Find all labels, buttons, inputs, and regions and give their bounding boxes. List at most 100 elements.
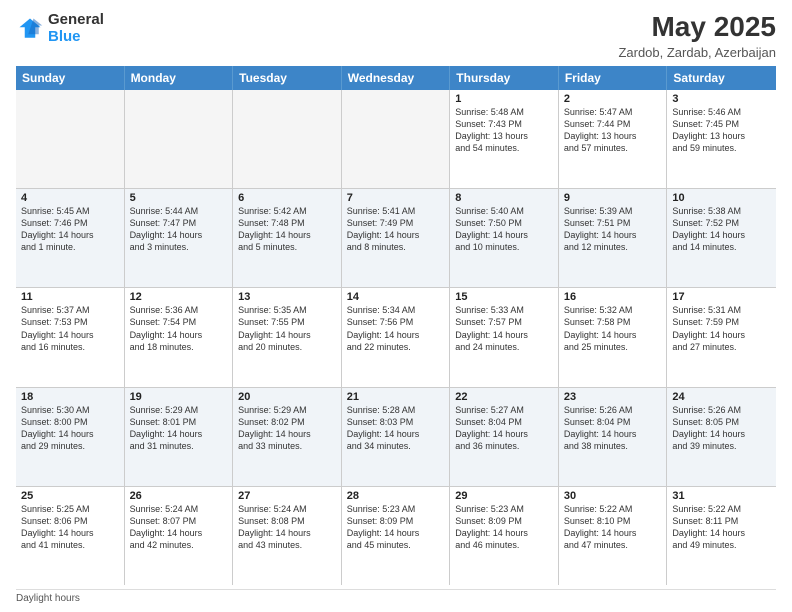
cell-content: Sunrise: 5:42 AM Sunset: 7:48 PM Dayligh… — [238, 205, 336, 254]
cell-content: Sunrise: 5:25 AM Sunset: 8:06 PM Dayligh… — [21, 503, 119, 552]
header: General Blue May 2025 Zardob, Zardab, Az… — [16, 12, 776, 60]
cell-content: Sunrise: 5:41 AM Sunset: 7:49 PM Dayligh… — [347, 205, 445, 254]
calendar-cell — [16, 90, 125, 188]
cell-content: Sunrise: 5:38 AM Sunset: 7:52 PM Dayligh… — [672, 205, 771, 254]
cell-content: Sunrise: 5:45 AM Sunset: 7:46 PM Dayligh… — [21, 205, 119, 254]
calendar-cell: 31Sunrise: 5:22 AM Sunset: 8:11 PM Dayli… — [667, 487, 776, 585]
calendar-row: 1Sunrise: 5:48 AM Sunset: 7:43 PM Daylig… — [16, 90, 776, 189]
day-number: 31 — [672, 490, 771, 502]
calendar-cell: 29Sunrise: 5:23 AM Sunset: 8:09 PM Dayli… — [450, 487, 559, 585]
day-number: 6 — [238, 192, 336, 204]
day-number: 29 — [455, 490, 553, 502]
calendar-cell: 5Sunrise: 5:44 AM Sunset: 7:47 PM Daylig… — [125, 189, 234, 287]
calendar-cell: 11Sunrise: 5:37 AM Sunset: 7:53 PM Dayli… — [16, 288, 125, 386]
cell-content: Sunrise: 5:29 AM Sunset: 8:01 PM Dayligh… — [130, 404, 228, 453]
day-number: 15 — [455, 291, 553, 303]
day-number: 23 — [564, 391, 662, 403]
day-number: 17 — [672, 291, 771, 303]
calendar-cell: 21Sunrise: 5:28 AM Sunset: 8:03 PM Dayli… — [342, 388, 451, 486]
cell-content: Sunrise: 5:31 AM Sunset: 7:59 PM Dayligh… — [672, 304, 771, 353]
calendar-cell — [342, 90, 451, 188]
cell-content: Sunrise: 5:23 AM Sunset: 8:09 PM Dayligh… — [455, 503, 553, 552]
day-number: 26 — [130, 490, 228, 502]
calendar-cell: 7Sunrise: 5:41 AM Sunset: 7:49 PM Daylig… — [342, 189, 451, 287]
calendar-cell — [125, 90, 234, 188]
calendar-cell: 26Sunrise: 5:24 AM Sunset: 8:07 PM Dayli… — [125, 487, 234, 585]
day-of-week-header: Friday — [559, 66, 668, 90]
day-number: 9 — [564, 192, 662, 204]
calendar-cell: 8Sunrise: 5:40 AM Sunset: 7:50 PM Daylig… — [450, 189, 559, 287]
day-number: 12 — [130, 291, 228, 303]
day-number: 27 — [238, 490, 336, 502]
day-number: 18 — [21, 391, 119, 403]
cell-content: Sunrise: 5:34 AM Sunset: 7:56 PM Dayligh… — [347, 304, 445, 353]
cell-content: Sunrise: 5:46 AM Sunset: 7:45 PM Dayligh… — [672, 106, 771, 155]
calendar-cell: 24Sunrise: 5:26 AM Sunset: 8:05 PM Dayli… — [667, 388, 776, 486]
calendar-cell: 14Sunrise: 5:34 AM Sunset: 7:56 PM Dayli… — [342, 288, 451, 386]
day-of-week-header: Thursday — [450, 66, 559, 90]
calendar-cell: 9Sunrise: 5:39 AM Sunset: 7:51 PM Daylig… — [559, 189, 668, 287]
day-number: 20 — [238, 391, 336, 403]
cell-content: Sunrise: 5:33 AM Sunset: 7:57 PM Dayligh… — [455, 304, 553, 353]
day-number: 8 — [455, 192, 553, 204]
calendar-header: SundayMondayTuesdayWednesdayThursdayFrid… — [16, 66, 776, 90]
day-number: 10 — [672, 192, 771, 204]
day-number: 22 — [455, 391, 553, 403]
cell-content: Sunrise: 5:22 AM Sunset: 8:11 PM Dayligh… — [672, 503, 771, 552]
day-number: 7 — [347, 192, 445, 204]
cell-content: Sunrise: 5:36 AM Sunset: 7:54 PM Dayligh… — [130, 304, 228, 353]
cell-content: Sunrise: 5:37 AM Sunset: 7:53 PM Dayligh… — [21, 304, 119, 353]
logo-text: General Blue — [48, 12, 104, 45]
footer-note: Daylight hours — [16, 589, 776, 604]
calendar-cell: 18Sunrise: 5:30 AM Sunset: 8:00 PM Dayli… — [16, 388, 125, 486]
month-year: May 2025 — [618, 12, 776, 43]
calendar-cell: 10Sunrise: 5:38 AM Sunset: 7:52 PM Dayli… — [667, 189, 776, 287]
cell-content: Sunrise: 5:44 AM Sunset: 7:47 PM Dayligh… — [130, 205, 228, 254]
cell-content: Sunrise: 5:40 AM Sunset: 7:50 PM Dayligh… — [455, 205, 553, 254]
cell-content: Sunrise: 5:26 AM Sunset: 8:05 PM Dayligh… — [672, 404, 771, 453]
calendar-row: 18Sunrise: 5:30 AM Sunset: 8:00 PM Dayli… — [16, 388, 776, 487]
day-number: 28 — [347, 490, 445, 502]
calendar-cell: 1Sunrise: 5:48 AM Sunset: 7:43 PM Daylig… — [450, 90, 559, 188]
day-number: 24 — [672, 391, 771, 403]
day-number: 2 — [564, 93, 662, 105]
day-number: 5 — [130, 192, 228, 204]
logo-icon — [16, 15, 44, 43]
day-number: 1 — [455, 93, 553, 105]
calendar-page: General Blue May 2025 Zardob, Zardab, Az… — [0, 0, 792, 612]
calendar: SundayMondayTuesdayWednesdayThursdayFrid… — [16, 66, 776, 585]
calendar-cell: 12Sunrise: 5:36 AM Sunset: 7:54 PM Dayli… — [125, 288, 234, 386]
calendar-cell: 23Sunrise: 5:26 AM Sunset: 8:04 PM Dayli… — [559, 388, 668, 486]
calendar-cell: 19Sunrise: 5:29 AM Sunset: 8:01 PM Dayli… — [125, 388, 234, 486]
day-number: 21 — [347, 391, 445, 403]
calendar-body: 1Sunrise: 5:48 AM Sunset: 7:43 PM Daylig… — [16, 90, 776, 585]
cell-content: Sunrise: 5:39 AM Sunset: 7:51 PM Dayligh… — [564, 205, 662, 254]
cell-content: Sunrise: 5:35 AM Sunset: 7:55 PM Dayligh… — [238, 304, 336, 353]
day-of-week-header: Monday — [125, 66, 234, 90]
calendar-cell: 27Sunrise: 5:24 AM Sunset: 8:08 PM Dayli… — [233, 487, 342, 585]
calendar-cell: 17Sunrise: 5:31 AM Sunset: 7:59 PM Dayli… — [667, 288, 776, 386]
day-number: 19 — [130, 391, 228, 403]
cell-content: Sunrise: 5:26 AM Sunset: 8:04 PM Dayligh… — [564, 404, 662, 453]
day-number: 25 — [21, 490, 119, 502]
cell-content: Sunrise: 5:24 AM Sunset: 8:08 PM Dayligh… — [238, 503, 336, 552]
cell-content: Sunrise: 5:27 AM Sunset: 8:04 PM Dayligh… — [455, 404, 553, 453]
calendar-cell: 30Sunrise: 5:22 AM Sunset: 8:10 PM Dayli… — [559, 487, 668, 585]
cell-content: Sunrise: 5:48 AM Sunset: 7:43 PM Dayligh… — [455, 106, 553, 155]
calendar-cell: 2Sunrise: 5:47 AM Sunset: 7:44 PM Daylig… — [559, 90, 668, 188]
calendar-cell: 6Sunrise: 5:42 AM Sunset: 7:48 PM Daylig… — [233, 189, 342, 287]
cell-content: Sunrise: 5:32 AM Sunset: 7:58 PM Dayligh… — [564, 304, 662, 353]
calendar-cell: 20Sunrise: 5:29 AM Sunset: 8:02 PM Dayli… — [233, 388, 342, 486]
day-number: 3 — [672, 93, 771, 105]
day-number: 13 — [238, 291, 336, 303]
calendar-row: 11Sunrise: 5:37 AM Sunset: 7:53 PM Dayli… — [16, 288, 776, 387]
cell-content: Sunrise: 5:22 AM Sunset: 8:10 PM Dayligh… — [564, 503, 662, 552]
title-block: May 2025 Zardob, Zardab, Azerbaijan — [618, 12, 776, 60]
day-number: 14 — [347, 291, 445, 303]
cell-content: Sunrise: 5:47 AM Sunset: 7:44 PM Dayligh… — [564, 106, 662, 155]
cell-content: Sunrise: 5:28 AM Sunset: 8:03 PM Dayligh… — [347, 404, 445, 453]
day-number: 16 — [564, 291, 662, 303]
calendar-row: 25Sunrise: 5:25 AM Sunset: 8:06 PM Dayli… — [16, 487, 776, 585]
calendar-cell: 28Sunrise: 5:23 AM Sunset: 8:09 PM Dayli… — [342, 487, 451, 585]
cell-content: Sunrise: 5:30 AM Sunset: 8:00 PM Dayligh… — [21, 404, 119, 453]
